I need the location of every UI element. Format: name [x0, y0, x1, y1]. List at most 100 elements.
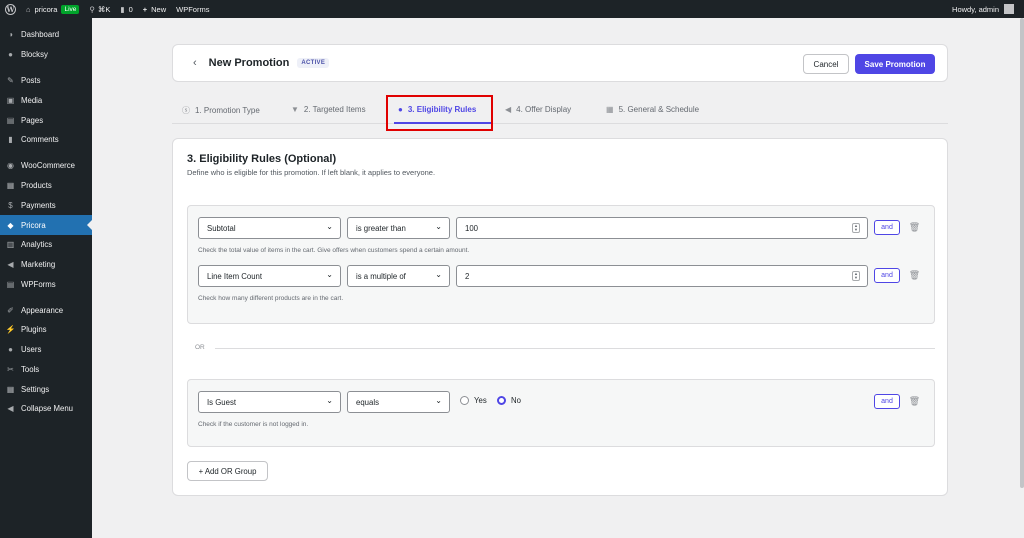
- tab-promotion-type[interactable]: ⓢ 1. Promotion Type: [182, 105, 260, 116]
- rule-operator-select[interactable]: is greater than ⌄: [347, 217, 450, 239]
- sidebar-item-label: Analytics: [21, 240, 53, 250]
- user-icon: ●: [8, 345, 13, 355]
- sidebar-item-analytics[interactable]: ▥ Analytics: [0, 235, 92, 255]
- sidebar-item-media[interactable]: ▣ Media: [0, 91, 92, 111]
- site-name: pricora: [34, 4, 58, 14]
- input-value: 2: [465, 271, 470, 281]
- page-title: New Promotion: [208, 57, 290, 69]
- settings-icon: ▦: [6, 384, 15, 394]
- tab-offer-display[interactable]: ◀ 4. Offer Display: [505, 105, 571, 114]
- sidebar-collapse-menu[interactable]: ◀ Collapse Menu: [0, 399, 92, 419]
- add-or-group-button[interactable]: + Add OR Group: [187, 461, 268, 481]
- sidebar-item-label: Comments: [21, 135, 59, 145]
- plug-icon: ⚡: [5, 325, 16, 335]
- sidebar-item-label: Pricora: [21, 220, 46, 230]
- comment-icon: ▮: [8, 135, 13, 145]
- tab-label: 4. Offer Display: [516, 105, 572, 114]
- bar-chart-icon: ▥: [6, 240, 15, 250]
- wpforms-link[interactable]: WPForms: [171, 0, 214, 18]
- site-name-link[interactable]: ⌂ pricora Live: [21, 0, 84, 18]
- and-button[interactable]: and: [874, 268, 900, 283]
- page-scrollbar[interactable]: [1020, 18, 1024, 488]
- tab-label: 2. Targeted Items: [303, 105, 366, 114]
- sidebar-item-pricora[interactable]: ◆ Pricora: [0, 215, 92, 235]
- wordpress-logo-button[interactable]: W: [0, 0, 21, 18]
- sidebar-item-label: Marketing: [21, 259, 56, 269]
- annotation-highlight-box: [386, 95, 493, 131]
- calendar-icon: ▦: [606, 105, 614, 114]
- rule-help-text: Check how many different products are in…: [198, 295, 344, 302]
- sidebar-item-marketing[interactable]: ◀ Marketing: [0, 255, 92, 275]
- sidebar-item-tools[interactable]: ✂ Tools: [0, 360, 92, 380]
- sidebar-item-label: Collapse Menu: [21, 404, 74, 414]
- eligibility-rules-card: 3. Eligibility Rules (Optional) Define w…: [172, 138, 948, 496]
- radio-circle-checked: [497, 396, 506, 405]
- rule-field-select[interactable]: Is Guest ⌄: [198, 391, 341, 413]
- rule-operator-select[interactable]: is a multiple of ⌄: [347, 265, 450, 287]
- plus-icon: +: [142, 4, 148, 14]
- sidebar-item-wpforms[interactable]: ▤ WPForms: [0, 274, 92, 294]
- tab-targeted-items[interactable]: ▼ 2. Targeted Items: [291, 105, 366, 114]
- sidebar-item-label: Payments: [21, 200, 56, 210]
- sidebar-item-settings[interactable]: ▦ Settings: [0, 379, 92, 399]
- trash-icon[interactable]: 🗑: [909, 396, 920, 406]
- sidebar-item-label: Media: [21, 95, 43, 105]
- radio-no[interactable]: No: [497, 396, 521, 405]
- blocksy-icon: ●: [8, 50, 13, 60]
- sidebar-item-appearance[interactable]: ✐ Appearance: [0, 300, 92, 320]
- and-button[interactable]: and: [874, 394, 900, 409]
- rule-field-select[interactable]: Subtotal ⌄: [198, 217, 341, 239]
- save-promotion-button[interactable]: Save Promotion: [855, 54, 935, 74]
- comments-count: 0: [128, 4, 133, 14]
- account-menu[interactable]: Howdy, admin: [952, 4, 1024, 14]
- sidebar-item-posts[interactable]: ✎ Posts: [0, 71, 92, 91]
- chevron-left-icon[interactable]: ‹: [193, 57, 197, 69]
- rule-value-input[interactable]: 2 ▲ ▼: [456, 265, 868, 287]
- sidebar-item-label: Tools: [21, 364, 40, 374]
- rule-group: Is Guest ⌄ equals ⌄ Yes No and 🗑 Check i…: [187, 379, 935, 447]
- section-description: Define who is eligible for this promotio…: [187, 168, 436, 177]
- sidebar-item-products[interactable]: ▦ Products: [0, 176, 92, 196]
- tag-icon: ◆: [7, 220, 14, 230]
- wordpress-icon: W: [5, 3, 16, 15]
- cancel-button[interactable]: Cancel: [803, 54, 849, 74]
- rule-operator-select[interactable]: equals ⌄: [347, 391, 450, 413]
- or-separator: OR: [187, 344, 935, 354]
- chevron-down-icon: ⌄: [326, 270, 333, 279]
- shortcut-label: ⌘K: [97, 4, 111, 14]
- sidebar-item-label: Plugins: [21, 325, 47, 335]
- rule-help-text: Check the total value of items in the ca…: [198, 247, 470, 254]
- select-value: Subtotal: [207, 223, 236, 233]
- sidebar-item-label: Products: [21, 181, 52, 191]
- wrench-icon: ✂: [7, 364, 14, 374]
- new-content-link[interactable]: + New: [138, 0, 171, 18]
- sidebar-item-users[interactable]: ● Users: [0, 340, 92, 360]
- comments-link[interactable]: ▮ 0: [115, 0, 137, 18]
- tab-general-schedule[interactable]: ▦ 5. General & Schedule: [606, 105, 699, 114]
- tab-label: 1. Promotion Type: [195, 106, 260, 115]
- sidebar-item-pages[interactable]: ▤ Pages: [0, 110, 92, 130]
- greeting: Howdy, admin: [952, 4, 999, 14]
- sidebar-item-payments[interactable]: $ Payments: [0, 196, 92, 216]
- trash-icon[interactable]: 🗑: [909, 222, 920, 232]
- and-button[interactable]: and: [874, 220, 900, 235]
- search-icon: ⚲: [89, 4, 95, 14]
- sidebar-item-comments[interactable]: ▮ Comments: [0, 130, 92, 150]
- sidebar-item-woocommerce[interactable]: ◉ WooCommerce: [0, 156, 92, 176]
- sidebar-item-label: Pages: [21, 115, 44, 125]
- sidebar-item-plugins[interactable]: ⚡ Plugins: [0, 320, 92, 340]
- media-icon: ▣: [6, 95, 15, 105]
- chevron-down-icon: ⌄: [435, 270, 442, 279]
- command-search-button[interactable]: ⚲ ⌘K: [84, 0, 115, 18]
- radio-circle: [460, 396, 469, 405]
- sidebar-item-blocksy[interactable]: ● Blocksy: [0, 45, 92, 65]
- sidebar-item-dashboard[interactable]: ◑ Dashboard: [0, 25, 92, 45]
- number-spinner[interactable]: ▲ ▼: [852, 223, 860, 233]
- select-value: is greater than: [356, 223, 406, 233]
- live-badge: Live: [61, 4, 80, 14]
- rule-value-input[interactable]: 100 ▲ ▼: [456, 217, 868, 239]
- rule-field-select[interactable]: Line Item Count ⌄: [198, 265, 341, 287]
- trash-icon[interactable]: 🗑: [909, 270, 920, 280]
- radio-yes[interactable]: Yes: [460, 396, 487, 405]
- number-spinner[interactable]: ▲ ▼: [852, 271, 860, 281]
